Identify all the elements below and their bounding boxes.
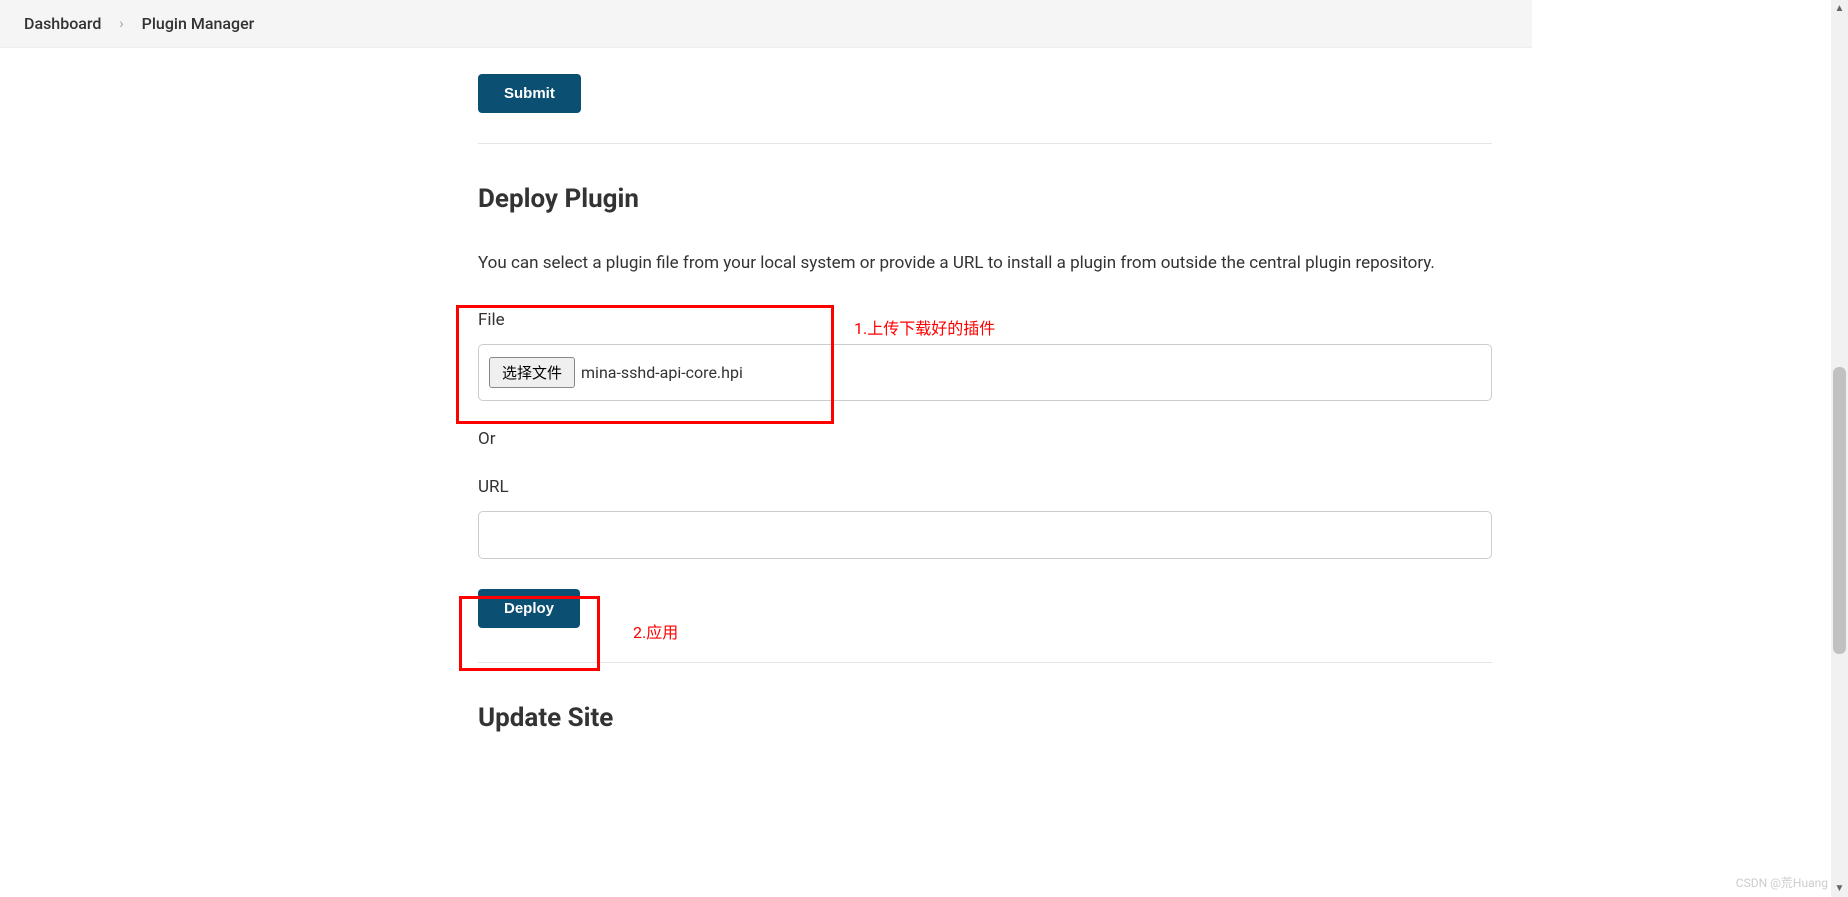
scrollbar-up-icon[interactable]: ▲	[1831, 0, 1848, 17]
submit-button[interactable]: Submit	[478, 74, 581, 113]
choose-file-button[interactable]: 选择文件	[489, 357, 575, 388]
deploy-button[interactable]: Deploy	[478, 589, 580, 628]
url-input[interactable]	[478, 511, 1492, 559]
chevron-right-icon: ›	[119, 16, 123, 32]
file-input[interactable]: 选择文件 mina-sshd-api-core.hpi	[478, 344, 1492, 401]
annotation-text-1: 1.上传下载好的插件	[854, 315, 995, 339]
or-label: Or	[478, 429, 1492, 449]
divider	[478, 662, 1492, 663]
deploy-plugin-heading: Deploy Plugin	[478, 184, 1492, 214]
update-site-heading: Update Site	[478, 703, 1492, 733]
annotation-text-2: 2.应用	[633, 619, 678, 643]
scrollbar-down-icon[interactable]: ▼	[1831, 880, 1848, 897]
divider	[478, 143, 1492, 144]
selected-file-name: mina-sshd-api-core.hpi	[581, 363, 743, 382]
watermark: CSDN @荒Huang	[1736, 874, 1828, 891]
scrollbar[interactable]: ▲ ▼	[1831, 0, 1848, 897]
breadcrumb: Dashboard › Plugin Manager	[0, 0, 1532, 48]
breadcrumb-dashboard[interactable]: Dashboard	[24, 14, 101, 33]
url-label: URL	[478, 477, 1492, 497]
breadcrumb-plugin-manager[interactable]: Plugin Manager	[142, 14, 255, 33]
scrollbar-thumb[interactable]	[1833, 367, 1846, 654]
main-content: Submit Deploy Plugin You can select a pl…	[0, 48, 1532, 733]
deploy-description: You can select a plugin file from your l…	[478, 252, 1492, 276]
